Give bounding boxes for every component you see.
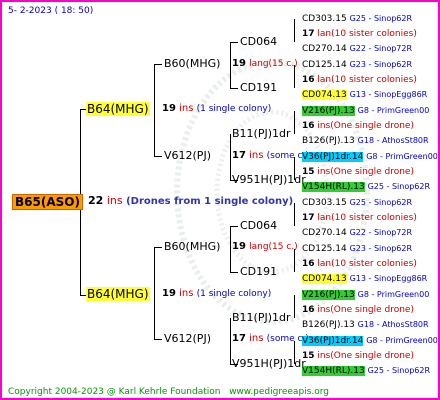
gen4-row-8: V154H(RL).13 G25 - Sinop62R (302, 182, 431, 192)
gen4-info-row-8: 15 ins(One single drone) (302, 351, 414, 361)
connector-line (154, 156, 162, 157)
gen4-name[interactable]: V216(PJ).13 (302, 106, 355, 116)
gen4-row-12: CD074.13 G13 - SinopEgg86R (302, 274, 428, 284)
connector-line (230, 88, 238, 89)
gen4-name[interactable]: CD125.14 (302, 60, 347, 70)
parent-top-info: 19 ins (1 single colony) (162, 102, 271, 116)
connector-line (230, 272, 238, 273)
ggp-1-name[interactable]: CD064 (240, 35, 277, 49)
gen4-name[interactable]: CD270.14 (302, 44, 347, 54)
connector-line (230, 42, 231, 88)
gen4-name[interactable]: B126(PJ).13 (302, 136, 355, 146)
gen4-name[interactable]: CD074.13 (302, 90, 347, 100)
root-queen[interactable]: B65(ASO) (12, 194, 83, 210)
ggp-2-name[interactable]: CD191 (240, 81, 277, 95)
gen4-name[interactable]: V154H(RL).13 (302, 366, 365, 376)
gen4-info-row-4: 15 ins(One single drone) (302, 167, 414, 177)
gp-4-name[interactable]: V612(PJ) (164, 332, 211, 346)
parent-bottom-count: 19 (162, 288, 176, 299)
connector-line (294, 203, 295, 226)
parent-queen-bottom[interactable]: B64(MHG) (86, 287, 150, 301)
gp-1-name[interactable]: B60(MHG) (164, 57, 220, 71)
gen4-name[interactable]: V36(PJ)1dr.14 (302, 152, 364, 162)
root-ins-label: ins (106, 194, 123, 207)
gen4-name[interactable]: CD303.15 (302, 14, 347, 24)
gen4-row-10: CD270.14 G22 - Sinop72R (302, 228, 413, 238)
root-info: 22 ins (Drones from 1 single colony) (88, 194, 293, 209)
parent-bottom-ins: ins (179, 288, 194, 299)
gen4-row-6: B126(PJ).13 G18 - AthosSt80R (302, 136, 429, 146)
gen4-info-row-6: 16 lan(10 sister colonies) (302, 259, 417, 269)
ggp-8-name[interactable]: V951H(PJ)1dr (232, 357, 306, 371)
connector-line (154, 247, 155, 339)
connector-line (154, 64, 162, 65)
ggp-6-name[interactable]: CD191 (240, 265, 277, 279)
gen4-row-5: V216(PJ).13 G8 - PrimGreen00 (302, 106, 430, 116)
gen4-name[interactable]: CD270.14 (302, 228, 347, 238)
gp-2-name[interactable]: V612(PJ) (164, 149, 211, 163)
pedigree-frame: 5- 2-2023 ( 18: 50) B65(ASO) 22 ins (Dro… (0, 0, 440, 400)
footer-url-link[interactable]: www.pedigreeapis.org (229, 387, 329, 397)
parent-bottom-info: 19 ins (1 single colony) (162, 287, 271, 301)
gen4-info-row-1: 17 lan(10 sister colonies) (302, 29, 417, 39)
root-count: 22 (88, 194, 104, 207)
gen4-row-11: CD125.14 G23 - Sinop62R (302, 244, 413, 254)
connector-line (230, 42, 238, 43)
gen4-row-9: CD303.15 G25 - Sinop62R (302, 198, 413, 208)
gen4-row-2: CD270.14 G22 - Sinop72R (302, 44, 413, 54)
gp-3-info: 19 lang(15 c.) (232, 241, 298, 252)
ggp-3-name[interactable]: B11(PJ)1dr (232, 127, 291, 141)
gen4-row-3: CD125.14 G23 - Sinop62R (302, 60, 413, 70)
connector-line (230, 134, 231, 180)
connector-line (230, 318, 231, 364)
gen4-row-7: V36(PJ)1dr.14 G8 - PrimGreen00 (302, 152, 438, 162)
gen4-info-row-7: 16 ins(One single drone) (302, 305, 414, 315)
ggp-5-name[interactable]: CD064 (240, 219, 277, 233)
parent-top-note: (1 single colony) (196, 104, 272, 114)
gp-2-info: 17 ins (some c.) (232, 150, 309, 161)
parent-top-count: 19 (162, 103, 176, 114)
gen4-name[interactable]: CD074.13 (302, 274, 347, 284)
gen4-name[interactable]: V36(PJ)1dr.14 (302, 336, 364, 346)
gen4-name[interactable]: CD303.15 (302, 198, 347, 208)
connector-line (294, 111, 295, 134)
gen4-info-row-5: 17 lan(10 sister colonies) (302, 213, 417, 223)
gen4-info-row-3: 16 ins(One single drone) (302, 121, 414, 131)
gen4-name[interactable]: CD125.14 (302, 244, 347, 254)
parent-bottom-note: (1 single colony) (196, 289, 272, 299)
parent-queen-top[interactable]: B64(MHG) (86, 102, 150, 116)
gen4-row-14: B126(PJ).13 G18 - AthosSt80R (302, 320, 429, 330)
connector-line (294, 19, 295, 42)
connector-line (154, 64, 155, 156)
gen4-name[interactable]: V216(PJ).13 (302, 290, 355, 300)
gen4-info-row-2: 16 lan(10 sister colonies) (302, 75, 417, 85)
parent-top-ins: ins (179, 103, 194, 114)
connector-line (294, 295, 295, 318)
gen4-name[interactable]: V154H(RL).13 (302, 182, 365, 192)
gen4-row-15: V36(PJ)1dr.14 G8 - PrimGreen00 (302, 336, 438, 346)
root-drones-note: (Drones from 1 single colony) (126, 196, 294, 207)
gen4-row-13: V216(PJ).13 G8 - PrimGreen00 (302, 290, 430, 300)
ggp-7-name[interactable]: B11(PJ)1dr (232, 311, 291, 325)
connector-line (154, 339, 162, 340)
gen4-row-16: V154H(RL).13 G25 - Sinop62R (302, 366, 431, 376)
connector-line (154, 247, 162, 248)
connector-line (230, 226, 231, 272)
copyright-footer: Copyright 2004-2023 @ Karl Kehrle Founda… (8, 385, 329, 398)
gp-1-info: 19 lang(15 c.) (232, 58, 298, 69)
gen4-name[interactable]: B126(PJ).13 (302, 320, 355, 330)
gp-4-info: 17 ins (some c.) (232, 333, 309, 344)
copyright-text: Copyright 2004-2023 @ Karl Kehrle Founda… (8, 387, 221, 397)
ggp-4-name[interactable]: V951H(PJ)1dr (232, 173, 306, 187)
gen4-row-4: CD074.13 G13 - SinopEgg86R (302, 90, 428, 100)
gen4-row-1: CD303.15 G25 - Sinop62R (302, 14, 413, 24)
gp-3-name[interactable]: B60(MHG) (164, 240, 220, 254)
connector-line (230, 226, 238, 227)
date-stamp: 5- 2-2023 ( 18: 50) (8, 6, 94, 16)
